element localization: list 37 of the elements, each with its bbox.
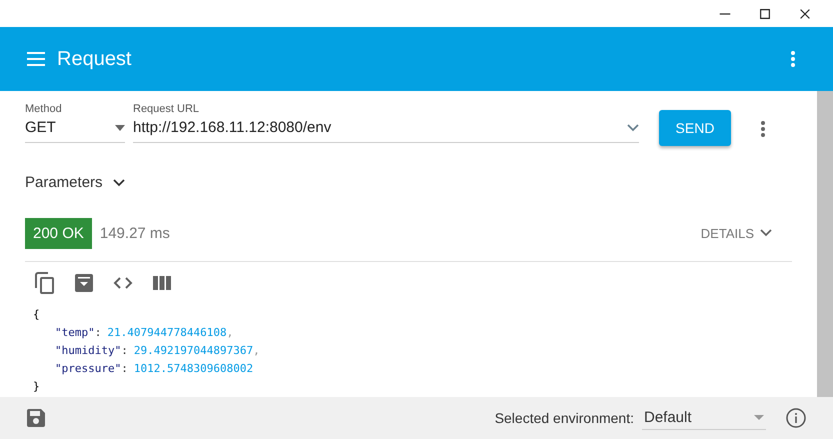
json-value: 1012.5748309608002: [134, 361, 254, 377]
close-icon[interactable]: [798, 6, 812, 20]
json-brace: {: [33, 307, 40, 323]
caret-icon: [115, 124, 125, 130]
json-colon: :: [121, 343, 128, 359]
more-icon[interactable]: [761, 121, 765, 137]
maximize-icon[interactable]: [758, 6, 772, 20]
environment-select[interactable]: Default: [642, 406, 766, 430]
environment-label: Selected environment:: [494, 410, 634, 426]
json-key: "humidity": [55, 342, 122, 360]
copy-icon[interactable]: [35, 272, 55, 294]
json-key: "pressure": [55, 360, 122, 378]
json-colon: :: [121, 361, 128, 377]
app-title: Request: [57, 48, 132, 70]
caret-icon: [754, 415, 764, 420]
json-brace: }: [33, 379, 40, 395]
more-icon[interactable]: [791, 51, 795, 67]
json-value: 21.407944778446108,: [107, 325, 234, 341]
json-value: 29.492197044897367,: [134, 343, 260, 359]
download-icon[interactable]: [75, 274, 93, 292]
chevron-down-icon: [627, 124, 639, 132]
code-icon[interactable]: [113, 277, 133, 289]
columns-icon[interactable]: [153, 276, 171, 290]
method-field[interactable]: Method GET: [25, 103, 125, 143]
chevron-down-icon: [760, 229, 772, 237]
menu-icon[interactable]: [27, 52, 45, 66]
parameters-toggle[interactable]: Parameters: [25, 174, 125, 191]
details-button[interactable]: DETAILS: [694, 224, 778, 242]
scrollbar[interactable]: [817, 91, 833, 397]
json-colon: :: [94, 325, 102, 341]
save-icon[interactable]: [27, 409, 45, 427]
url-field[interactable]: Request URL http://192.168.11.12:8080/env: [133, 103, 639, 143]
json-key: "temp": [55, 324, 95, 342]
response-time: 149.27 ms: [100, 224, 171, 242]
status-badge: 200 OK: [25, 218, 92, 248]
info-icon[interactable]: [786, 408, 806, 428]
chevron-down-icon: [112, 178, 125, 186]
